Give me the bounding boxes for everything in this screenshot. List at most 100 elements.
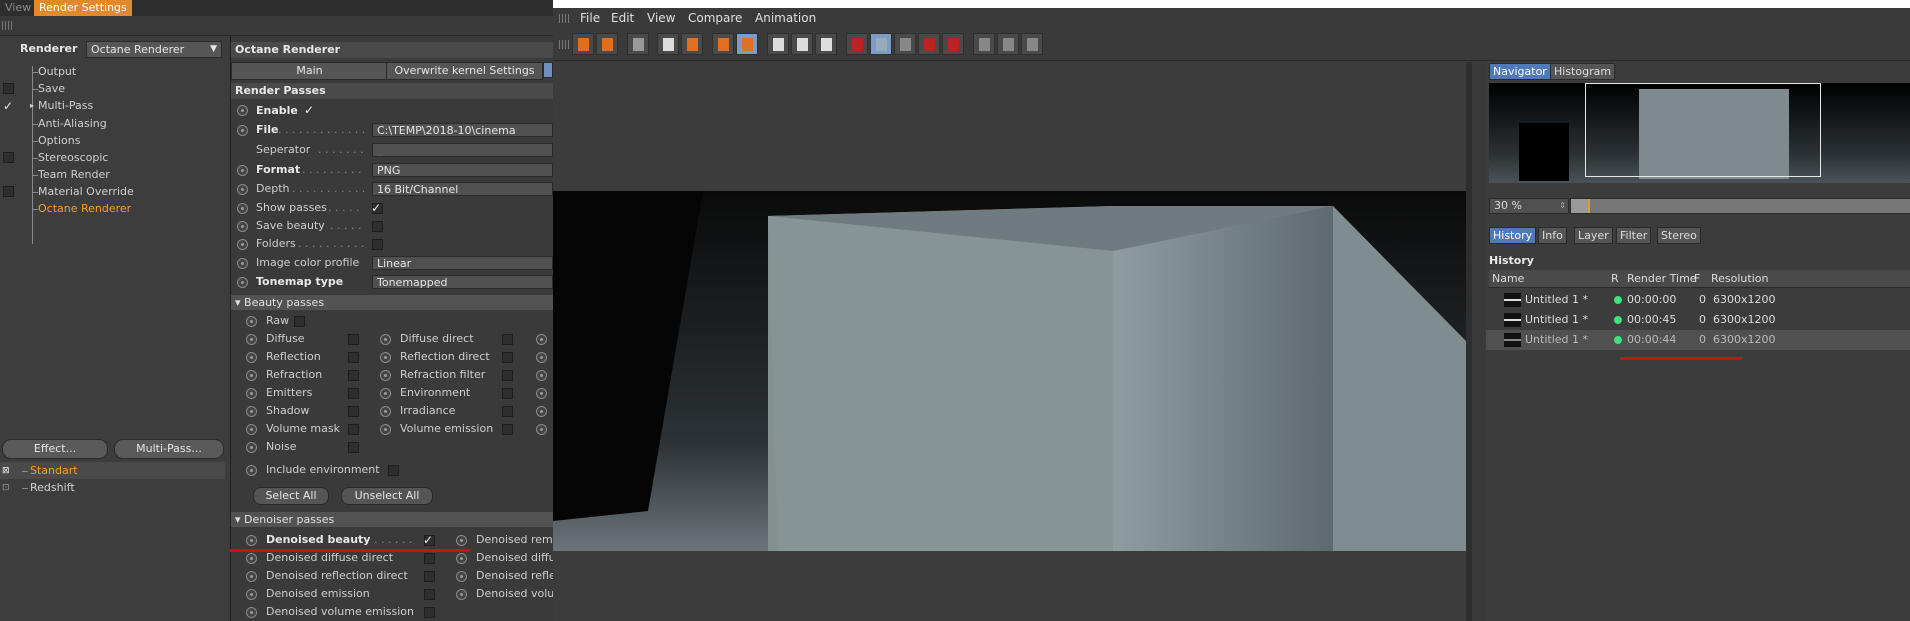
denoised-rem-anim-radio[interactable] xyxy=(456,535,467,546)
irradiance-checkbox[interactable] xyxy=(502,406,513,417)
renderer-dropdown[interactable]: Octane Renderer ▼ xyxy=(86,41,222,58)
tab-history[interactable]: History xyxy=(1489,227,1537,244)
select-all-button[interactable]: Select All xyxy=(253,487,329,505)
tab-overwrite-kernel[interactable]: Overwrite kernel Settings xyxy=(386,62,543,80)
col-render-time[interactable]: Render Time xyxy=(1627,272,1697,286)
stepper-icon[interactable]: ⇕ xyxy=(1559,199,1566,213)
col-f[interactable]: F xyxy=(1694,272,1700,286)
col3-radio[interactable] xyxy=(536,370,547,381)
format-anim-radio[interactable] xyxy=(237,165,248,176)
frame-a-icon[interactable] xyxy=(767,33,789,55)
refraction-filter-anim-radio[interactable] xyxy=(380,370,391,381)
col3-radio[interactable] xyxy=(536,334,547,345)
ab-icon[interactable] xyxy=(846,33,868,55)
denoised-volu-anim-radio[interactable] xyxy=(456,589,467,600)
open-icon[interactable] xyxy=(572,33,594,55)
filter-2-icon[interactable] xyxy=(997,33,1019,55)
emitters-checkbox[interactable] xyxy=(348,388,359,399)
zoom-field[interactable]: 30 % ⇕ xyxy=(1489,198,1569,214)
table-row-selected[interactable]: Untitled 1 * 00:00:44 0 6300x1200 xyxy=(1486,330,1910,350)
panel-separator[interactable] xyxy=(1466,62,1472,621)
tree-item-multipass[interactable]: Multi-Pass xyxy=(38,98,93,114)
refraction-anim-radio[interactable] xyxy=(246,370,257,381)
noise-checkbox[interactable] xyxy=(348,442,359,453)
effect-button[interactable]: Effect... xyxy=(2,439,108,459)
shadow-anim-radio[interactable] xyxy=(246,406,257,417)
denoised-volume-emission-anim-radio[interactable] xyxy=(246,607,257,618)
multipass-button[interactable]: Multi-Pass... xyxy=(114,439,224,459)
expand-arrow-icon[interactable]: ▸ xyxy=(30,98,34,114)
col3-radio[interactable] xyxy=(536,406,547,417)
navigator-view-frame[interactable] xyxy=(1585,83,1821,177)
table-row[interactable]: Untitled 1 * 00:00:45 0 6300x1200 xyxy=(1486,310,1910,330)
folders-anim-radio[interactable] xyxy=(237,239,248,250)
diffuse-anim-radio[interactable] xyxy=(246,334,257,345)
grid-icon[interactable] xyxy=(627,33,649,55)
save-beauty-anim-radio[interactable] xyxy=(237,221,248,232)
tree-item-anti-aliasing[interactable]: Anti-Aliasing xyxy=(38,116,107,132)
format-dropdown[interactable]: PNG xyxy=(372,163,553,177)
volume-mask-anim-radio[interactable] xyxy=(246,424,257,435)
filter-3-icon[interactable] xyxy=(1021,33,1043,55)
layers-icon[interactable] xyxy=(736,33,758,55)
shadow-checkbox[interactable] xyxy=(348,406,359,417)
tree-item-save[interactable]: Save xyxy=(38,81,65,97)
menu-view[interactable]: View xyxy=(647,11,675,25)
denoised-diffu-anim-radio[interactable] xyxy=(456,553,467,564)
denoised-beauty-anim-radio[interactable] xyxy=(246,535,257,546)
render-image[interactable] xyxy=(553,191,1466,551)
table-row[interactable]: Untitled 1 * 00:00:00 0 6300x1200 xyxy=(1486,290,1910,310)
emitters-anim-radio[interactable] xyxy=(246,388,257,399)
save-beauty-checkbox[interactable] xyxy=(372,221,383,232)
tree-item-stereoscopic[interactable]: Stereoscopic xyxy=(38,150,108,166)
denoised-volume-emission-checkbox[interactable] xyxy=(424,607,435,618)
volume-emission-anim-radio[interactable] xyxy=(380,424,391,435)
tree-item-team-render[interactable]: Team Render xyxy=(38,167,110,183)
depth-dropdown[interactable]: 16 Bit/Channel xyxy=(372,182,553,196)
refraction-filter-checkbox[interactable] xyxy=(502,370,513,381)
denoised-emission-anim-radio[interactable] xyxy=(246,589,257,600)
region-icon[interactable] xyxy=(657,33,679,55)
tab-view[interactable]: View xyxy=(0,0,36,16)
irradiance-anim-radio[interactable] xyxy=(380,406,391,417)
tree-item-output[interactable]: Output xyxy=(38,64,76,80)
tab-main[interactable]: Main xyxy=(231,62,388,80)
record-icon[interactable] xyxy=(681,33,703,55)
menu-edit[interactable]: Edit xyxy=(611,11,634,25)
denoised-diffuse-checkbox[interactable] xyxy=(424,553,435,564)
noise-anim-radio[interactable] xyxy=(246,442,257,453)
save-icon[interactable] xyxy=(596,33,618,55)
reflection-checkbox[interactable] xyxy=(348,352,359,363)
raw-anim-radio[interactable] xyxy=(246,316,257,327)
show-passes-anim-radio[interactable] xyxy=(237,203,248,214)
denoised-reflection-checkbox[interactable] xyxy=(424,571,435,582)
frame-b-icon[interactable] xyxy=(791,33,813,55)
col-r[interactable]: R xyxy=(1611,272,1619,286)
material-override-checkbox[interactable] xyxy=(3,186,14,197)
menu-compare[interactable]: Compare xyxy=(688,11,742,25)
include-env-anim-radio[interactable] xyxy=(246,465,257,476)
refraction-checkbox[interactable] xyxy=(348,370,359,381)
grip-icon[interactable] xyxy=(2,21,12,30)
tree-item-options[interactable]: Options xyxy=(38,133,80,149)
tab-render-settings[interactable]: Render Settings xyxy=(34,0,132,16)
diffuse-direct-anim-radio[interactable] xyxy=(380,334,391,345)
grip-icon[interactable] xyxy=(559,14,569,23)
environment-anim-radio[interactable] xyxy=(380,388,391,399)
zoom-slider[interactable] xyxy=(1570,198,1910,214)
tab-stereo[interactable]: Stereo xyxy=(1657,227,1701,244)
tonemap-anim-radio[interactable] xyxy=(237,277,248,288)
volume-mask-checkbox[interactable] xyxy=(348,424,359,435)
denoised-emission-checkbox[interactable] xyxy=(424,589,435,600)
tab-filter[interactable]: Filter xyxy=(1616,227,1652,244)
color-profile-anim-radio[interactable] xyxy=(237,258,248,269)
col3-radio[interactable] xyxy=(536,352,547,363)
col-name[interactable]: Name xyxy=(1492,272,1524,286)
enable-anim-radio[interactable] xyxy=(237,105,248,116)
ab-split-icon[interactable] xyxy=(870,33,892,55)
copy-icon[interactable] xyxy=(712,33,734,55)
col3-radio[interactable] xyxy=(536,388,547,399)
tab-histogram[interactable]: Histogram xyxy=(1550,63,1616,80)
zoom-slider-handle[interactable] xyxy=(1588,199,1590,213)
file-anim-radio[interactable] xyxy=(237,125,248,136)
